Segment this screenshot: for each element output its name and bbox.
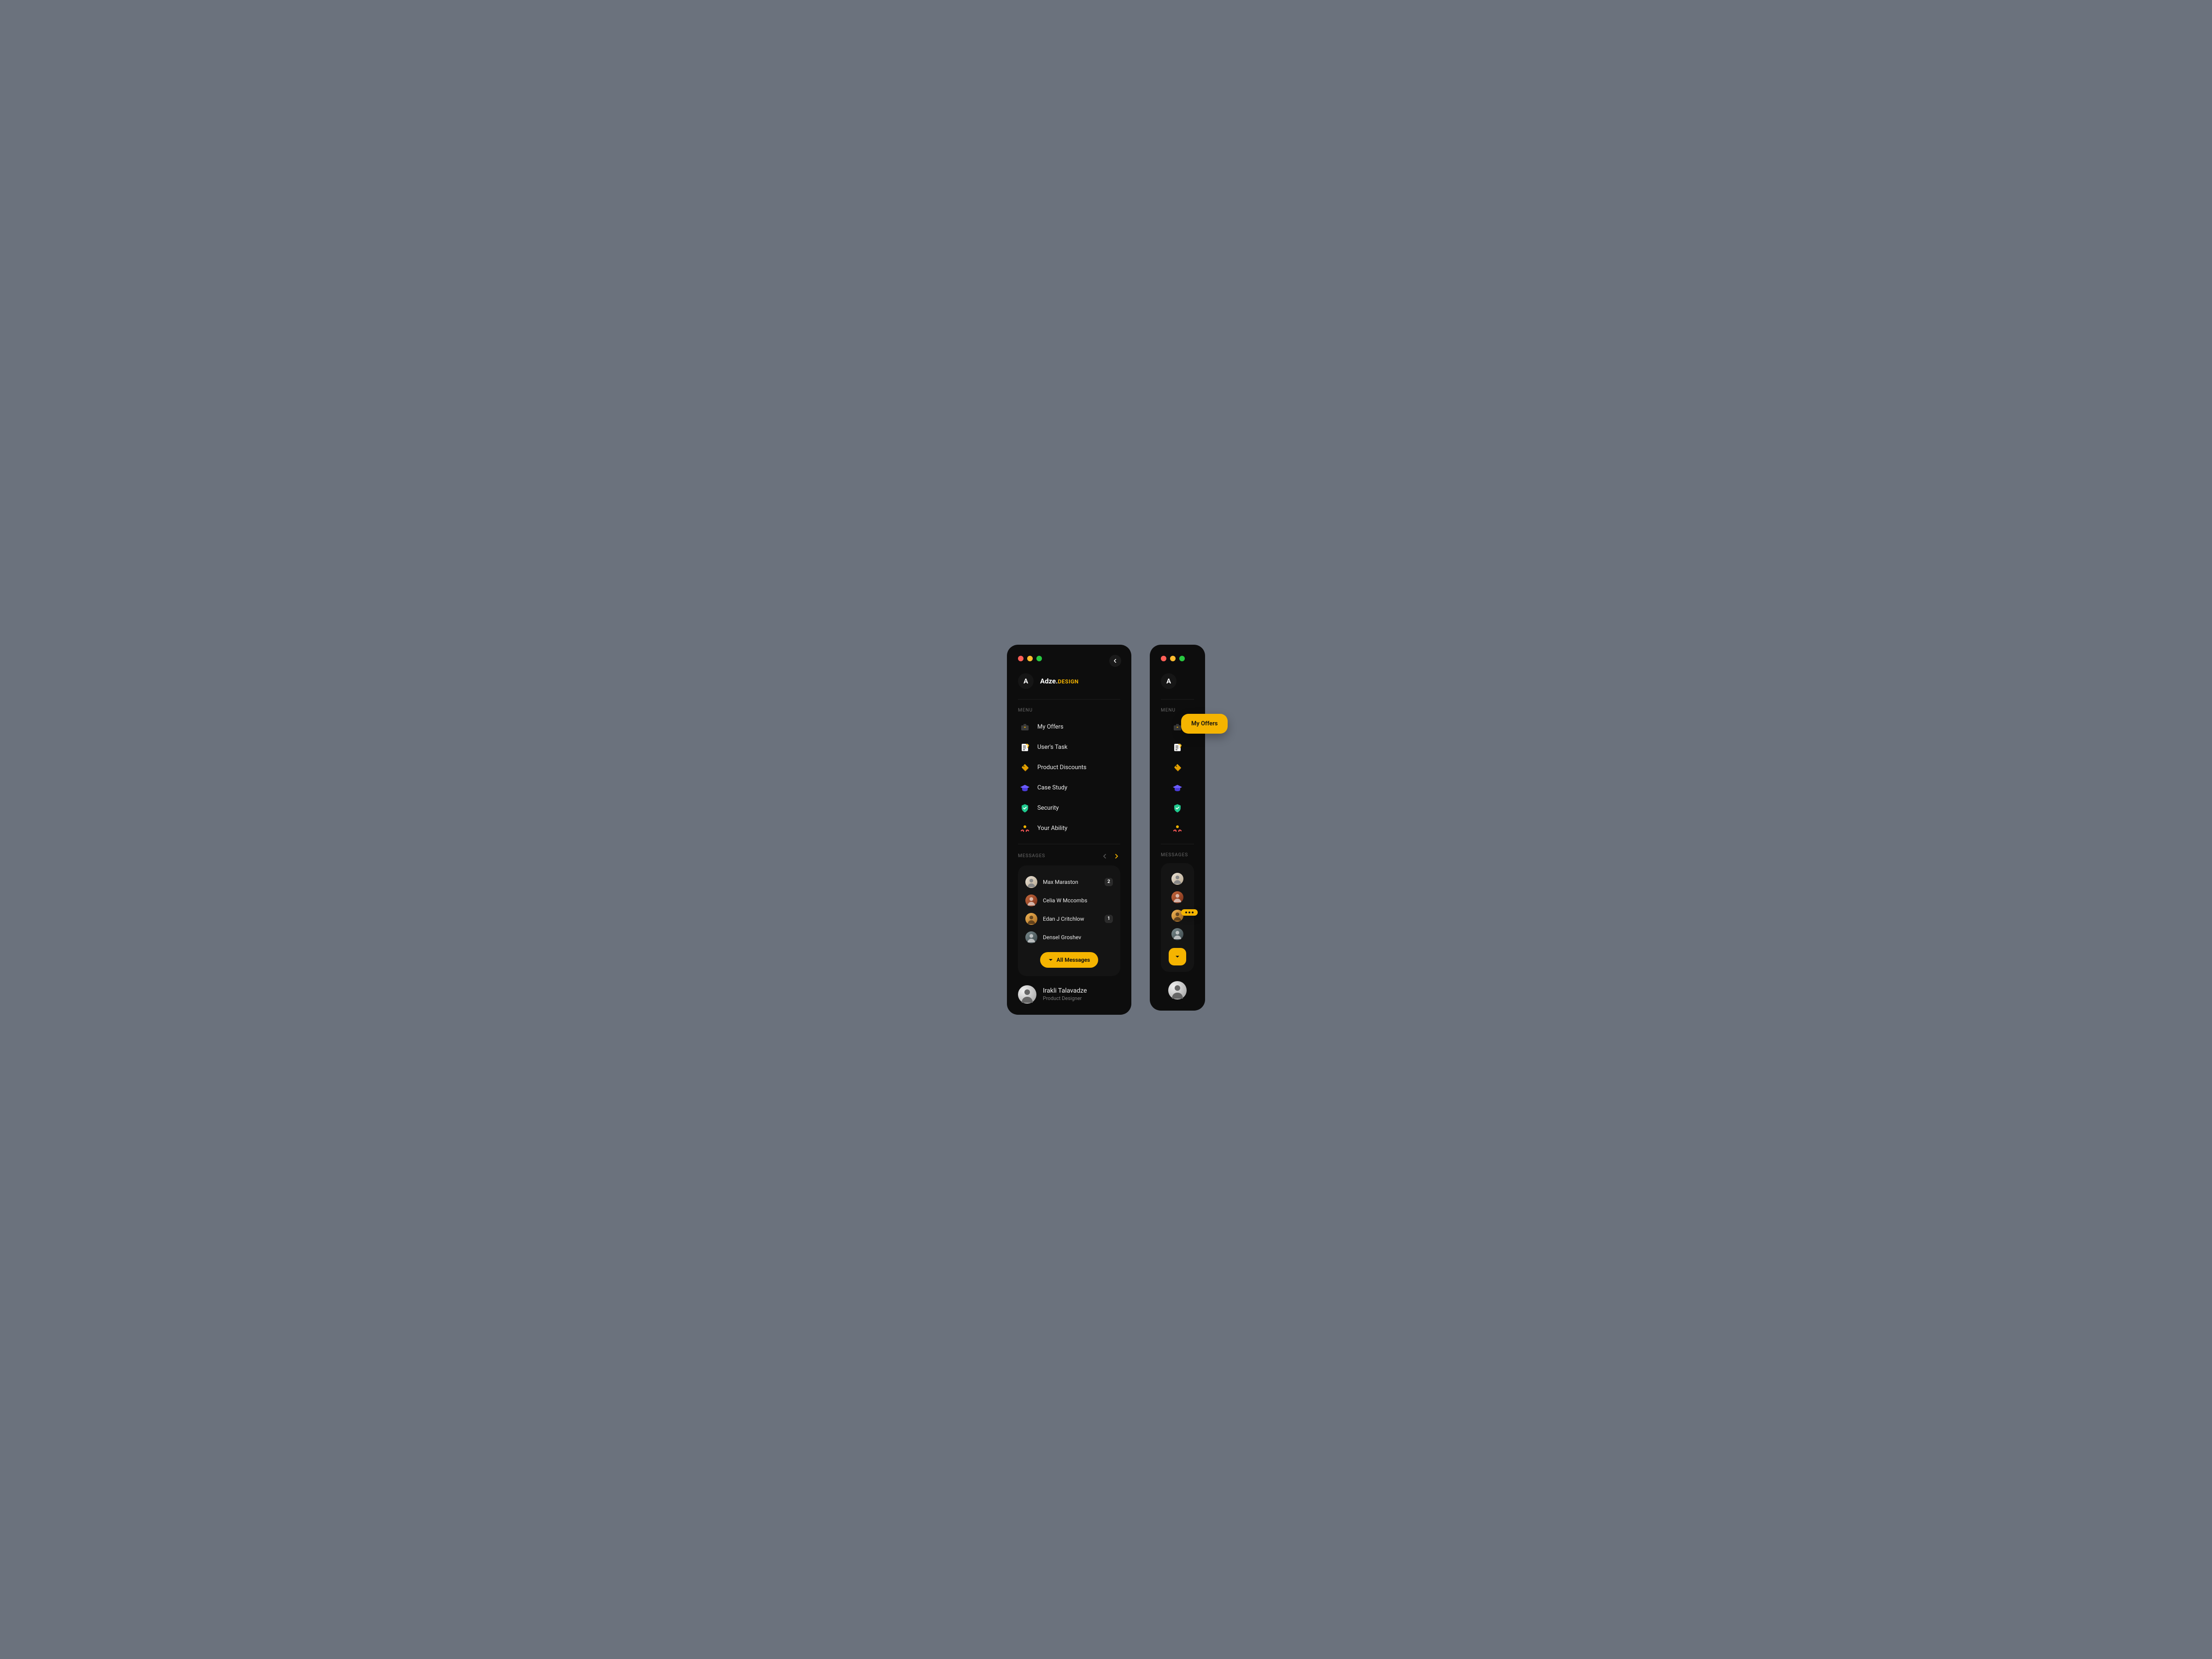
messages-section-label: MESSAGES [1161, 853, 1194, 858]
menu-item-label: User's Task [1037, 744, 1067, 751]
caret-down-icon [1048, 959, 1053, 961]
menu-section-label: MENU [1161, 708, 1194, 713]
messages-next-button[interactable] [1113, 853, 1120, 860]
contact-name: Densel Groshev [1043, 934, 1113, 941]
menu-item-product-discounts[interactable]: Product Discounts [1018, 759, 1120, 777]
contact-name: Max Maraston [1043, 879, 1099, 885]
collapse-sidebar-button[interactable] [1109, 655, 1121, 667]
close-window-dot[interactable] [1161, 656, 1166, 661]
briefcase-icon [1020, 722, 1030, 732]
menu-item-case-study[interactable]: Case Study [1018, 779, 1120, 797]
menu-item-my-offers[interactable]: My Offers [1018, 718, 1120, 736]
brand-badge: A [1161, 673, 1177, 689]
message-contact[interactable] [1165, 925, 1189, 943]
profile-name: Irakli Talavadze [1043, 987, 1087, 994]
menu-item-label: My Offers [1037, 724, 1064, 730]
all-messages-button[interactable]: All Messages [1040, 952, 1099, 968]
minimize-window-dot[interactable] [1027, 656, 1033, 661]
sidebar-collapsed: A MENU My Offers [1150, 645, 1205, 1011]
caret-down-icon [1175, 955, 1180, 958]
avatar [1025, 913, 1037, 925]
chevron-left-icon [1113, 659, 1117, 663]
messages-section-label: MESSAGES [1018, 853, 1045, 859]
contact-name: Celia W Mccombs [1043, 897, 1113, 904]
brand-suffix: DESIGN [1058, 678, 1079, 685]
minimize-window-dot[interactable] [1170, 656, 1176, 661]
all-messages-label: All Messages [1057, 957, 1090, 963]
menu-item-label: Product Discounts [1037, 764, 1087, 771]
graduation-cap-icon [1020, 783, 1030, 793]
discount-tag-icon [1020, 763, 1030, 773]
menu-item-users-task[interactable]: User's Task [1018, 739, 1120, 756]
messages-card [1161, 863, 1194, 972]
menu-item-case-study[interactable] [1161, 779, 1194, 797]
avatar [1025, 876, 1037, 888]
messages-prev-button[interactable] [1101, 853, 1108, 860]
profile-role: Product Designer [1043, 995, 1087, 1001]
profile-avatar [1168, 981, 1187, 1000]
message-contact[interactable]: Max Maraston 2 [1025, 873, 1113, 891]
maximize-window-dot[interactable] [1036, 656, 1042, 661]
profile-avatar [1018, 985, 1036, 1004]
menu-tooltip: My Offers [1181, 714, 1228, 734]
messages-header: MESSAGES [1018, 853, 1120, 860]
profile-text: Irakli Talavadze Product Designer [1043, 987, 1087, 1001]
message-contact[interactable]: Densel Groshev [1025, 928, 1113, 947]
checklist-icon [1020, 742, 1030, 753]
avatar [1025, 931, 1037, 943]
menu-item-label: Your Ability [1037, 825, 1067, 832]
menu-item-security[interactable]: Security [1018, 800, 1120, 817]
sidebar-expanded: A Adze.DESIGN MENU My Offers User's Task [1007, 645, 1131, 1015]
unread-badge: 2 [1105, 878, 1113, 886]
maximize-window-dot[interactable] [1179, 656, 1185, 661]
message-contact[interactable]: Edan J Critchlow 1 [1025, 910, 1113, 928]
avatar [1171, 891, 1183, 903]
menu-item-label: Security [1037, 805, 1059, 812]
menu-item-security[interactable] [1161, 800, 1194, 817]
brand-badge: A [1018, 673, 1034, 689]
all-messages-button[interactable] [1169, 948, 1186, 965]
menu-item-label: Case Study [1037, 784, 1067, 791]
message-contact[interactable] [1165, 888, 1189, 906]
ability-icon [1172, 824, 1182, 834]
checklist-icon [1172, 742, 1182, 753]
menu-item-my-offers[interactable]: My Offers [1161, 718, 1194, 736]
menu-item-product-discounts[interactable] [1161, 759, 1194, 777]
profile[interactable] [1161, 981, 1194, 1000]
graduation-cap-icon [1172, 783, 1182, 793]
menu-list: My Offers User's Task Product Discounts … [1018, 718, 1120, 844]
close-window-dot[interactable] [1018, 656, 1024, 661]
message-contact[interactable] [1165, 870, 1189, 888]
window-controls [1018, 656, 1120, 661]
menu-item-users-task[interactable] [1161, 739, 1194, 756]
menu-section-label: MENU [1018, 708, 1120, 713]
discount-tag-icon [1172, 763, 1182, 773]
message-contact[interactable] [1165, 906, 1189, 925]
avatar [1171, 928, 1183, 940]
brand-name: Adze. [1040, 677, 1058, 685]
brand: A [1161, 673, 1194, 700]
shield-icon [1020, 803, 1030, 813]
chevron-right-icon [1115, 854, 1118, 859]
messages-card: Max Maraston 2 Celia W Mccombs Edan J Cr… [1018, 865, 1120, 976]
brand: A Adze.DESIGN [1018, 673, 1120, 700]
profile[interactable]: Irakli Talavadze Product Designer [1018, 985, 1120, 1004]
chevron-left-icon [1103, 854, 1106, 859]
unread-badge: 1 [1105, 915, 1113, 923]
avatar [1171, 873, 1183, 885]
shield-icon [1172, 803, 1182, 813]
menu-item-your-ability[interactable] [1161, 820, 1194, 837]
menu-list: My Offers [1161, 718, 1194, 844]
message-contact[interactable]: Celia W Mccombs [1025, 891, 1113, 910]
contact-name: Edan J Critchlow [1043, 916, 1099, 922]
menu-item-your-ability[interactable]: Your Ability [1018, 820, 1120, 837]
ability-icon [1020, 824, 1030, 834]
brand-text: Adze.DESIGN [1040, 677, 1079, 685]
avatar [1025, 894, 1037, 906]
window-controls [1161, 656, 1194, 661]
typing-indicator [1181, 909, 1198, 916]
